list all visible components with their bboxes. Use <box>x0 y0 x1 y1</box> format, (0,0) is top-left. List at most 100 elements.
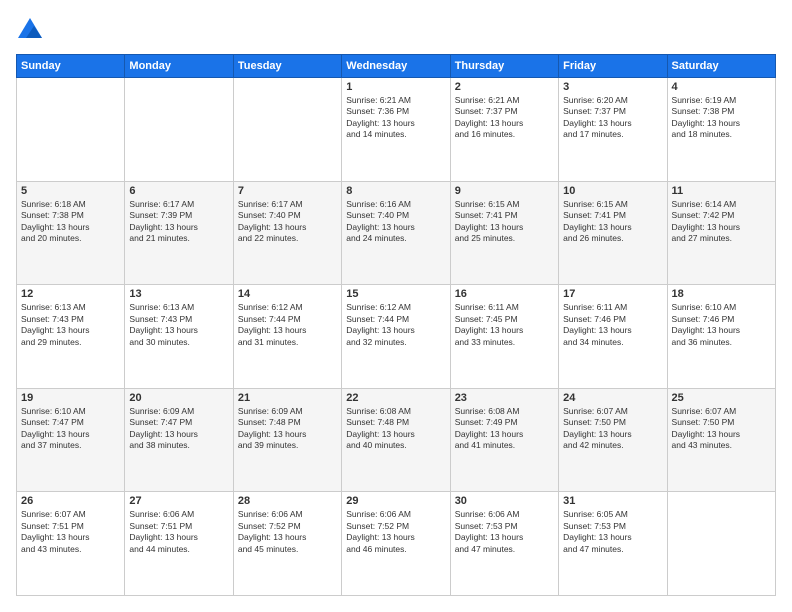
weekday-header-row: SundayMondayTuesdayWednesdayThursdayFrid… <box>17 55 776 78</box>
calendar-cell: 17 Sunrise: 6:11 AM Sunset: 7:46 PM Dayli… <box>559 285 667 389</box>
calendar-cell: 29 Sunrise: 6:06 AM Sunset: 7:52 PM Dayli… <box>342 492 450 596</box>
weekday-header-monday: Monday <box>125 55 233 78</box>
day-number: 6 <box>129 185 228 197</box>
cell-info: Sunrise: 6:20 AM Sunset: 7:37 PM Dayligh… <box>563 95 662 141</box>
weekday-header-sunday: Sunday <box>17 55 125 78</box>
weekday-header-tuesday: Tuesday <box>233 55 341 78</box>
cell-info: Sunrise: 6:06 AM Sunset: 7:51 PM Dayligh… <box>129 509 228 555</box>
calendar-cell: 30Sunrise: 6:06 AM Sunset: 7:53 PM Dayli… <box>450 492 558 596</box>
cell-info: Sunrise: 6:21 AM Sunset: 7:36 PM Dayligh… <box>346 95 445 141</box>
cell-info: Sunrise: 6:06 AM Sunset: 7:53 PM Dayligh… <box>455 509 554 555</box>
day-number: 18 <box>672 288 771 300</box>
calendar-cell: 27 Sunrise: 6:06 AM Sunset: 7:51 PM Dayli… <box>125 492 233 596</box>
cell-info: Sunrise: 6:15 AM Sunset: 7:41 PM Dayligh… <box>563 199 662 245</box>
day-number: 10 <box>563 185 662 197</box>
day-number: 19 <box>21 392 120 404</box>
day-number: 12 <box>21 288 120 300</box>
cell-info: Sunrise: 6:13 AM Sunset: 7:43 PM Dayligh… <box>129 302 228 348</box>
calendar-cell: 10 Sunrise: 6:15 AM Sunset: 7:41 PM Dayli… <box>559 181 667 285</box>
cell-info: Sunrise: 6:17 AM Sunset: 7:39 PM Dayligh… <box>129 199 228 245</box>
calendar-week-1: 1 Sunrise: 6:21 AM Sunset: 7:36 PM Daylig… <box>17 78 776 182</box>
header <box>16 16 776 44</box>
day-number: 24 <box>563 392 662 404</box>
day-number: 13 <box>129 288 228 300</box>
weekday-header-saturday: Saturday <box>667 55 775 78</box>
cell-info: Sunrise: 6:08 AM Sunset: 7:48 PM Dayligh… <box>346 406 445 452</box>
calendar-cell <box>17 78 125 182</box>
day-number: 4 <box>672 81 771 93</box>
calendar-week-2: 5 Sunrise: 6:18 AM Sunset: 7:38 PM Daylig… <box>17 181 776 285</box>
calendar-cell: 16Sunrise: 6:11 AM Sunset: 7:45 PM Dayli… <box>450 285 558 389</box>
day-number: 14 <box>238 288 337 300</box>
cell-info: Sunrise: 6:05 AM Sunset: 7:53 PM Dayligh… <box>563 509 662 555</box>
page: SundayMondayTuesdayWednesdayThursdayFrid… <box>0 0 792 612</box>
day-number: 20 <box>129 392 228 404</box>
cell-info: Sunrise: 6:10 AM Sunset: 7:46 PM Dayligh… <box>672 302 771 348</box>
logo <box>16 16 48 44</box>
calendar-week-5: 26 Sunrise: 6:07 AM Sunset: 7:51 PM Dayli… <box>17 492 776 596</box>
weekday-header-thursday: Thursday <box>450 55 558 78</box>
cell-info: Sunrise: 6:06 AM Sunset: 7:52 PM Dayligh… <box>238 509 337 555</box>
cell-info: Sunrise: 6:11 AM Sunset: 7:46 PM Dayligh… <box>563 302 662 348</box>
day-number: 11 <box>672 185 771 197</box>
day-number: 9 <box>455 185 554 197</box>
cell-info: Sunrise: 6:06 AM Sunset: 7:52 PM Dayligh… <box>346 509 445 555</box>
cell-info: Sunrise: 6:07 AM Sunset: 7:50 PM Dayligh… <box>672 406 771 452</box>
calendar-cell: 4 Sunrise: 6:19 AM Sunset: 7:38 PM Daylig… <box>667 78 775 182</box>
day-number: 21 <box>238 392 337 404</box>
calendar-cell: 5 Sunrise: 6:18 AM Sunset: 7:38 PM Daylig… <box>17 181 125 285</box>
cell-info: Sunrise: 6:12 AM Sunset: 7:44 PM Dayligh… <box>238 302 337 348</box>
cell-info: Sunrise: 6:19 AM Sunset: 7:38 PM Dayligh… <box>672 95 771 141</box>
cell-info: Sunrise: 6:14 AM Sunset: 7:42 PM Dayligh… <box>672 199 771 245</box>
day-number: 27 <box>129 495 228 507</box>
day-number: 3 <box>563 81 662 93</box>
cell-info: Sunrise: 6:21 AM Sunset: 7:37 PM Dayligh… <box>455 95 554 141</box>
calendar-cell: 25Sunrise: 6:07 AM Sunset: 7:50 PM Dayli… <box>667 388 775 492</box>
cell-info: Sunrise: 6:16 AM Sunset: 7:40 PM Dayligh… <box>346 199 445 245</box>
calendar-week-3: 12 Sunrise: 6:13 AM Sunset: 7:43 PM Dayli… <box>17 285 776 389</box>
calendar-cell: 23Sunrise: 6:08 AM Sunset: 7:49 PM Dayli… <box>450 388 558 492</box>
cell-info: Sunrise: 6:15 AM Sunset: 7:41 PM Dayligh… <box>455 199 554 245</box>
day-number: 5 <box>21 185 120 197</box>
day-number: 1 <box>346 81 445 93</box>
calendar-cell <box>125 78 233 182</box>
day-number: 31 <box>563 495 662 507</box>
calendar-cell: 31 Sunrise: 6:05 AM Sunset: 7:53 PM Dayli… <box>559 492 667 596</box>
day-number: 26 <box>21 495 120 507</box>
calendar-cell: 2 Sunrise: 6:21 AM Sunset: 7:37 PM Daylig… <box>450 78 558 182</box>
calendar-cell: 12Sunrise: 6:13 AM Sunset: 7:43 PM Dayli… <box>17 285 125 389</box>
calendar-cell: 9 Sunrise: 6:15 AM Sunset: 7:41 PM Daylig… <box>450 181 558 285</box>
calendar-cell: 24 Sunrise: 6:07 AM Sunset: 7:50 PM Dayli… <box>559 388 667 492</box>
day-number: 7 <box>238 185 337 197</box>
calendar-cell: 1 Sunrise: 6:21 AM Sunset: 7:36 PM Daylig… <box>342 78 450 182</box>
cell-info: Sunrise: 6:10 AM Sunset: 7:47 PM Dayligh… <box>21 406 120 452</box>
weekday-header-friday: Friday <box>559 55 667 78</box>
calendar-cell: 6 Sunrise: 6:17 AM Sunset: 7:39 PM Daylig… <box>125 181 233 285</box>
calendar-cell: 3 Sunrise: 6:20 AM Sunset: 7:37 PM Daylig… <box>559 78 667 182</box>
day-number: 15 <box>346 288 445 300</box>
calendar-cell <box>233 78 341 182</box>
day-number: 28 <box>238 495 337 507</box>
calendar-cell: 18 Sunrise: 6:10 AM Sunset: 7:46 PM Dayli… <box>667 285 775 389</box>
day-number: 2 <box>455 81 554 93</box>
calendar-cell <box>667 492 775 596</box>
calendar-cell: 14 Sunrise: 6:12 AM Sunset: 7:44 PM Dayli… <box>233 285 341 389</box>
cell-info: Sunrise: 6:09 AM Sunset: 7:47 PM Dayligh… <box>129 406 228 452</box>
cell-info: Sunrise: 6:09 AM Sunset: 7:48 PM Dayligh… <box>238 406 337 452</box>
calendar-cell: 13 Sunrise: 6:13 AM Sunset: 7:43 PM Dayli… <box>125 285 233 389</box>
day-number: 16 <box>455 288 554 300</box>
calendar-cell: 7Sunrise: 6:17 AM Sunset: 7:40 PM Daylig… <box>233 181 341 285</box>
weekday-header-wednesday: Wednesday <box>342 55 450 78</box>
calendar-table: SundayMondayTuesdayWednesdayThursdayFrid… <box>16 54 776 596</box>
day-number: 29 <box>346 495 445 507</box>
calendar-week-4: 19 Sunrise: 6:10 AM Sunset: 7:47 PM Dayli… <box>17 388 776 492</box>
cell-info: Sunrise: 6:07 AM Sunset: 7:50 PM Dayligh… <box>563 406 662 452</box>
cell-info: Sunrise: 6:07 AM Sunset: 7:51 PM Dayligh… <box>21 509 120 555</box>
calendar-cell: 20 Sunrise: 6:09 AM Sunset: 7:47 PM Dayli… <box>125 388 233 492</box>
calendar-cell: 15Sunrise: 6:12 AM Sunset: 7:44 PM Dayli… <box>342 285 450 389</box>
calendar-cell: 11 Sunrise: 6:14 AM Sunset: 7:42 PM Dayli… <box>667 181 775 285</box>
day-number: 8 <box>346 185 445 197</box>
cell-info: Sunrise: 6:18 AM Sunset: 7:38 PM Dayligh… <box>21 199 120 245</box>
calendar-cell: 21 Sunrise: 6:09 AM Sunset: 7:48 PM Dayli… <box>233 388 341 492</box>
day-number: 17 <box>563 288 662 300</box>
